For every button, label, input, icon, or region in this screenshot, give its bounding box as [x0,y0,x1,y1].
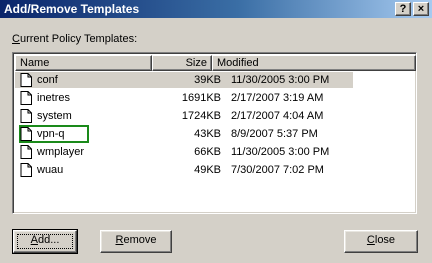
template-name: system [37,110,72,122]
close-button-label: lose [374,234,396,246]
help-button[interactable]: ? [395,2,411,16]
template-name: inetres [37,92,71,104]
file-icon [20,127,32,141]
column-header-modified[interactable]: Modified [212,55,416,71]
file-icon [20,109,32,123]
column-header-name[interactable]: Name [15,55,152,71]
template-modified: 11/30/2005 3:00 PM [231,74,330,86]
template-modified: 2/17/2007 3:19 AM [231,92,324,104]
list-label-accel: C [12,33,20,45]
template-size: 66KB [194,146,221,158]
file-icon [20,163,32,177]
file-icon [20,73,32,87]
add-button[interactable]: Add... [12,229,78,254]
list-label: Current Policy Templates: [12,33,137,45]
list-label-text: urrent Policy Templates: [19,33,138,45]
file-icon [20,145,32,159]
window-title: Add/Remove Templates [4,2,140,16]
template-name: conf [37,74,58,86]
close-button-accel: C [366,234,375,246]
template-size: 43KB [194,128,221,140]
column-header-size[interactable]: Size [152,55,212,71]
template-size: 1691KB [181,92,221,104]
remove-button[interactable]: Remove [100,230,172,253]
focus-rect [17,234,73,249]
list-item[interactable]: wuau 49KB 7/30/2007 7:02 PM [15,162,353,178]
add-remove-templates-dialog: Add/Remove Templates ? × Current Policy … [0,0,432,263]
list-item[interactable]: system 1724KB 2/17/2007 4:04 AM [15,108,353,124]
template-size: 39KB [194,74,221,86]
list-item[interactable]: vpn-q 43KB 8/9/2007 5:37 PM [15,125,353,143]
template-name: vpn-q [37,128,65,140]
template-modified: 2/17/2007 4:04 AM [231,110,324,122]
template-name: wmplayer [37,146,85,158]
list-item[interactable]: inetres 1691KB 2/17/2007 3:19 AM [15,90,353,106]
template-name: wuau [37,164,64,176]
template-modified: 7/30/2007 7:02 PM [231,164,324,176]
template-size: 1724KB [181,110,221,122]
list-item[interactable]: wmplayer 66KB 11/30/2005 3:00 PM [15,144,353,160]
template-modified: 11/30/2005 3:00 PM [231,146,330,158]
template-modified: 8/9/2007 5:37 PM [231,128,318,140]
close-window-button[interactable]: × [413,2,429,16]
title-bar: Add/Remove Templates ? × [0,0,432,18]
list-item[interactable]: conf 39KB 11/30/2005 3:00 PM [15,72,353,88]
templates-list[interactable]: Name Size Modified conf 39KB 11/30/2005 … [12,52,417,214]
template-size: 49KB [194,164,221,176]
close-button[interactable]: Close [344,230,418,253]
list-header: Name Size Modified [15,55,416,71]
remove-button-label: emove [123,234,157,246]
file-icon [20,91,32,105]
